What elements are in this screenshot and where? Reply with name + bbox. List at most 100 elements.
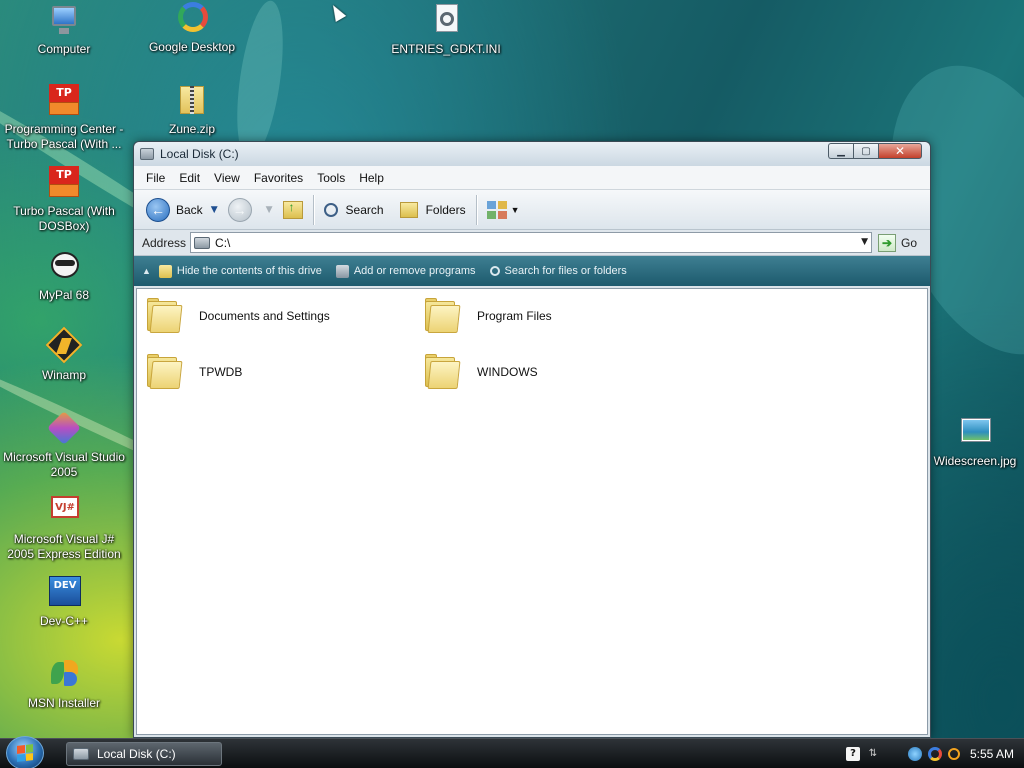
search-icon [323, 202, 338, 217]
windows-logo-icon [17, 744, 33, 762]
toolbar: ← Back ▼ → ▼ ↑ Search Folders ▼ [134, 190, 930, 230]
desktop-icon-visual-studio[interactable]: Microsoft Visual Studio 2005 [0, 411, 129, 480]
folder-name: Documents and Settings [199, 309, 330, 323]
search-icon [489, 266, 500, 276]
desktop-icon-programming-center[interactable]: TP Programming Center - Turbo Pascal (Wi… [0, 84, 129, 152]
window-title: Local Disk (C:) [160, 147, 239, 161]
desktop-icon-zune-zip[interactable]: Zune.zip [127, 84, 257, 137]
close-button[interactable]: ✕ [878, 143, 922, 159]
window-titlebar[interactable]: Local Disk (C:) ▁ ▢ ✕ [134, 142, 930, 166]
visual-studio-icon [46, 411, 82, 446]
address-input[interactable]: C:\ ▼ [190, 232, 873, 253]
search-button[interactable]: Search [320, 195, 388, 225]
address-value: C:\ [215, 235, 231, 250]
back-history-dropdown[interactable]: ▼ [211, 205, 218, 215]
dev-cpp-icon: DEV [46, 576, 82, 610]
programs-icon [335, 264, 349, 278]
menu-help[interactable]: Help [353, 171, 390, 185]
start-button[interactable] [6, 736, 44, 768]
folder-icon [423, 353, 461, 391]
msn-butterfly-icon [46, 658, 82, 692]
forward-button[interactable]: → [224, 195, 262, 225]
address-bar: Address C:\ ▼ ➔ Go [134, 230, 930, 256]
settings-file-icon [428, 4, 464, 38]
search-tray-icon[interactable] [947, 748, 960, 760]
desktop-icon-winamp[interactable]: Winamp [0, 326, 129, 383]
toolbar-separator [475, 194, 477, 225]
task-hide-contents[interactable]: Hide the contents of this drive [158, 264, 322, 278]
folders-label: Folders [425, 202, 466, 217]
close-icon: ✕ [894, 144, 906, 158]
back-label: Back [176, 202, 203, 217]
desktop-icon-turbo-pascal[interactable]: TP Turbo Pascal (With DOSBox) [0, 166, 129, 234]
desktop-icon-visual-jsharp[interactable]: VJ# Microsoft Visual J# 2005 Express Edi… [0, 494, 129, 562]
up-folder-button[interactable]: ↑ [279, 195, 307, 225]
folder-name: TPWDB [199, 365, 243, 379]
views-dropdown-icon: ▼ [510, 204, 520, 215]
taskbar-window-button[interactable]: Local Disk (C:) [66, 742, 222, 766]
winamp-icon [45, 326, 83, 364]
folder-icon [423, 297, 461, 335]
folder-name: Program Files [477, 309, 552, 323]
minimize-button[interactable]: ▁ [828, 143, 853, 159]
desktop-icon-dev-cpp[interactable]: DEV Dev-C++ [0, 576, 129, 629]
desktop-icon-msn-installer[interactable]: MSN Installer [0, 658, 129, 711]
back-button[interactable]: ← Back [142, 195, 207, 225]
folder-icon [158, 264, 172, 278]
address-dropdown-icon[interactable]: ▼ [861, 237, 868, 247]
folder-icon [145, 353, 183, 391]
up-folder-icon: ↑ [282, 200, 303, 219]
google-desktop-icon [174, 2, 210, 36]
menu-tools[interactable]: Tools [311, 171, 351, 185]
network-icon[interactable]: ⇅ [866, 747, 880, 761]
caption-buttons: ▁ ▢ ✕ [828, 143, 922, 159]
folder-item[interactable]: TPWDB [145, 353, 242, 391]
views-button[interactable]: ▼ [483, 195, 524, 225]
tasks-band: ▲ Hide the contents of this drive Add or… [134, 256, 930, 286]
forward-history-dropdown[interactable]: ▼ [266, 205, 273, 215]
task-add-remove-label: Add or remove programs [353, 265, 476, 277]
computer-icon [46, 4, 82, 38]
desktop-icon-entries-file[interactable]: ENTRIES_GDKT.INI [381, 4, 511, 57]
folder-item[interactable]: Program Files [423, 297, 552, 335]
menu-file[interactable]: File [140, 171, 171, 185]
search-label: Search [345, 202, 384, 217]
task-search-label: Search for files or folders [504, 265, 627, 277]
image-file-icon [957, 416, 993, 450]
back-arrow-icon: ← [146, 197, 170, 222]
address-label: Address [142, 235, 187, 250]
task-add-remove-programs[interactable]: Add or remove programs [335, 264, 476, 278]
folder-icon [145, 297, 183, 335]
menu-favorites[interactable]: Favorites [248, 171, 309, 185]
task-search-files[interactable]: Search for files or folders [489, 265, 627, 277]
file-list: Documents and Settings Program Files TPW… [136, 288, 928, 735]
tray-app-icon[interactable] [907, 747, 922, 761]
collapse-icon[interactable]: ▲ [142, 266, 151, 276]
desktop-icon-computer[interactable]: Computer [0, 4, 129, 57]
folders-button[interactable]: Folders [396, 195, 470, 225]
zip-folder-icon [174, 84, 210, 118]
turbo-pascal-shortcut-icon: TP [46, 84, 82, 118]
folder-item[interactable]: WINDOWS [423, 353, 538, 391]
system-tray: ? ⇅ 5:55 AM [840, 739, 1024, 768]
drive-icon [140, 148, 154, 160]
maximize-button[interactable]: ▢ [853, 143, 878, 159]
menu-bar: File Edit View Favorites Tools Help [134, 166, 930, 190]
visual-jsharp-icon: VJ# [46, 494, 82, 528]
raccoon-icon [46, 250, 82, 284]
clock[interactable]: 5:55 AM [970, 747, 1014, 761]
drive-icon [73, 748, 89, 760]
folder-name: WINDOWS [477, 365, 538, 379]
go-label: Go [901, 235, 918, 250]
help-icon[interactable]: ? [845, 747, 860, 761]
google-desktop-tray-icon[interactable] [927, 747, 942, 761]
desktop-icon-mypal[interactable]: MyPal 68 [0, 250, 129, 303]
folder-item[interactable]: Documents and Settings [145, 297, 330, 335]
task-hide-contents-label: Hide the contents of this drive [176, 265, 322, 277]
minimize-icon: ▁ [837, 145, 845, 157]
menu-view[interactable]: View [208, 171, 246, 185]
mouse-pointer-icon [327, 2, 347, 22]
go-button[interactable]: ➔ Go [878, 233, 918, 252]
desktop-icon-google-desktop[interactable]: Google Desktop [127, 2, 257, 55]
menu-edit[interactable]: Edit [173, 171, 206, 185]
